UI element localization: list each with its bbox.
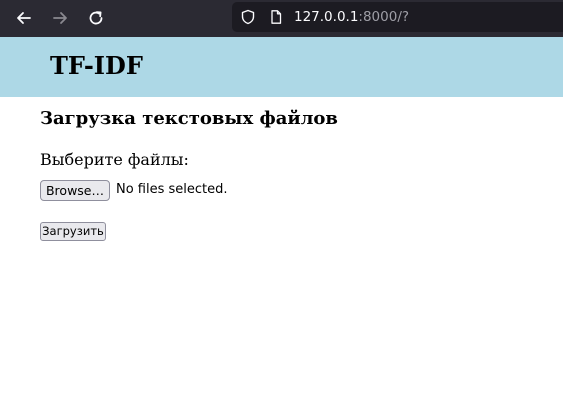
arrow-right-icon <box>53 12 67 24</box>
arrow-left-icon <box>17 12 31 24</box>
upload-button[interactable]: Загрузить <box>40 222 106 241</box>
url-host: 127.0.0.1 <box>294 9 359 25</box>
shield-icon[interactable] <box>240 9 256 25</box>
address-bar[interactable]: 127.0.0.1:8000/? <box>232 2 563 32</box>
back-button[interactable] <box>10 4 38 32</box>
site-title: TF-IDF <box>50 51 143 80</box>
files-label: Выберите файлы: <box>40 150 189 169</box>
section-title: Загрузка текстовых файлов <box>40 108 338 129</box>
url-text[interactable]: 127.0.0.1:8000/? <box>294 8 409 26</box>
browser-toolbar: 127.0.0.1:8000/? <box>0 0 563 37</box>
browse-button[interactable]: Browse… <box>40 180 110 201</box>
no-files-text: No files selected. <box>116 182 228 197</box>
page-header: TF-IDF <box>0 37 563 97</box>
document-icon[interactable] <box>268 9 284 25</box>
url-path: :8000/? <box>358 9 410 25</box>
forward-button[interactable] <box>46 4 74 32</box>
reload-button[interactable] <box>82 4 110 32</box>
reload-icon <box>89 11 103 25</box>
